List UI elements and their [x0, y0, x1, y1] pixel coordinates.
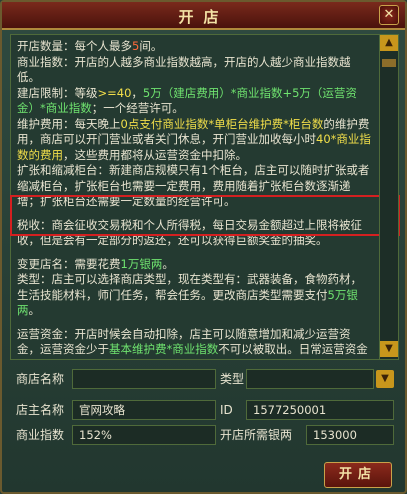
type-select[interactable] — [246, 369, 374, 389]
title-bar[interactable]: 开店 ✕ — [2, 2, 405, 30]
id-value: 1577250001 — [246, 400, 394, 420]
scrollbar[interactable]: ▲ ▼ — [379, 34, 399, 360]
info-rename: 变更店名：需要花费1万银两。 — [17, 256, 174, 271]
close-button[interactable]: ✕ — [379, 5, 399, 25]
owner-value: 官网攻略 — [72, 400, 216, 420]
scroll-down-button[interactable]: ▼ — [380, 341, 398, 357]
info-tax: 税收：商会征收交易税和个人所得税，每日交易金额超过上限将被征收，但是会有一定部分… — [17, 217, 362, 248]
scroll-thumb[interactable] — [382, 59, 396, 67]
info-maintenance: 维护费用：每天晚上0点支付商业指数*单柜台维护费*柜台数的维护费用，商店可以开门… — [17, 116, 371, 162]
business-index-value: 152% — [72, 425, 216, 445]
scroll-up-button[interactable]: ▲ — [380, 35, 398, 51]
info-operating-funds: 运营资金：开店时候会自动扣除，店主可以随意增加和减少运营资金，运营资金少于基本维… — [17, 326, 368, 360]
open-shop-button[interactable]: 开店 — [324, 462, 392, 488]
owner-label: 店主名称 — [16, 403, 65, 417]
info-build-limit: 建店限制：等级>=40，5万（建店费用）*商业指数+5万（运营资金）*商业指数；… — [17, 85, 357, 116]
shop-name-label: 商店名称 — [16, 372, 65, 386]
required-silver-value: 153000 — [306, 425, 394, 445]
required-silver-label: 开店所需银两 — [220, 428, 293, 442]
info-business-index: 商业指数：开店的人越多商业指数越高，开店的人越少商业指数越低。 — [17, 54, 351, 85]
shop-name-input[interactable] — [72, 369, 216, 389]
business-index-label: 商业指数 — [16, 428, 65, 442]
type-dropdown-button[interactable]: ▼ — [376, 370, 394, 388]
info-counters: 扩张和缩减柜台：新建商店规模只有1个柜台，店主可以随时扩张或者缩减柜台，扩张柜台… — [17, 163, 370, 208]
open-shop-window: 开店 ✕ 开店数量：每个人最多5间。 商业指数：开店的人越多商业指数越高，开店的… — [0, 0, 407, 494]
info-text-panel: 开店数量：每个人最多5间。 商业指数：开店的人越多商业指数越高，开店的人越少商业… — [10, 34, 380, 360]
info-shop-count: 开店数量：每个人最多5间。 — [17, 39, 163, 53]
info-type: 类型：店主可以选择商店类型，现在类型有：武器装备，食物药材，生活技能材料，师门任… — [17, 272, 362, 317]
id-label: ID — [220, 403, 233, 417]
window-title: 开店 — [178, 8, 229, 26]
type-label: 类型 — [220, 372, 245, 386]
